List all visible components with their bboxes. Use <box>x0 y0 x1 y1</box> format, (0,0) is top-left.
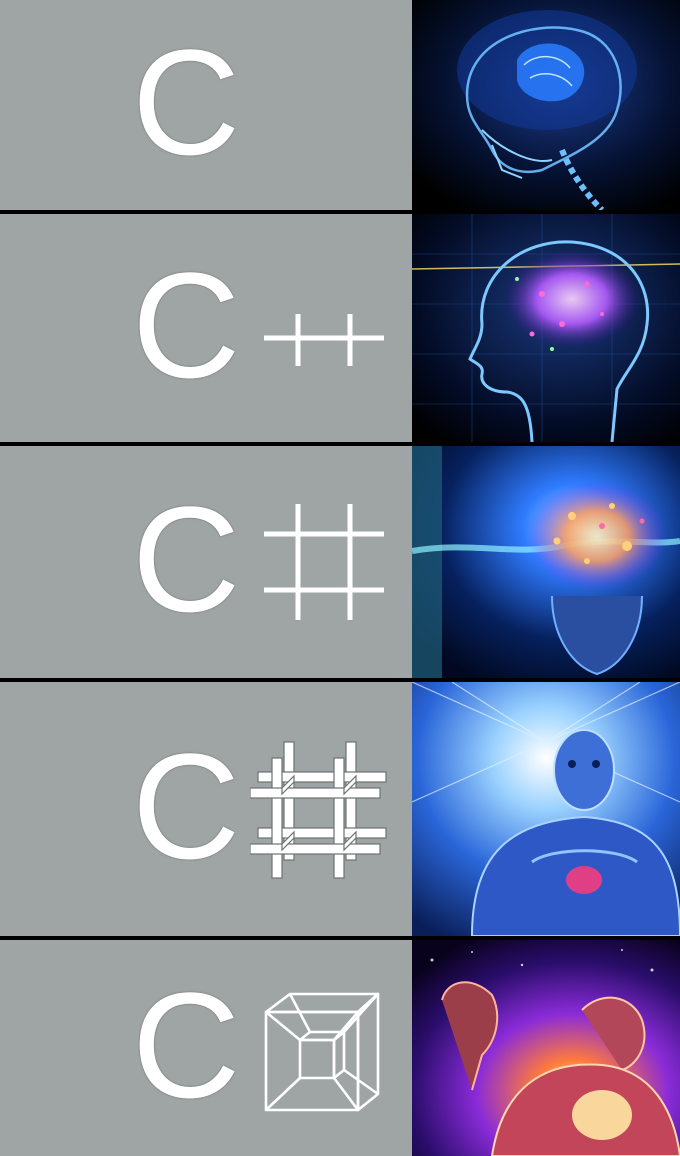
panel-2-text-area: C <box>0 214 412 442</box>
panel-3-image <box>412 446 680 678</box>
expanding-brain-meme: C C C C C <box>0 0 680 1156</box>
panel-4-text-area: C <box>0 682 412 936</box>
sharp-icon <box>264 504 384 620</box>
letter-c: C <box>132 961 241 1129</box>
glowing-skull-brain-image <box>412 0 680 210</box>
meme-panel-3: C <box>0 446 680 678</box>
panel-2-image <box>412 214 680 442</box>
galaxy-being-image <box>412 940 680 1156</box>
tesseract-icon <box>264 992 380 1112</box>
plus-plus-icon <box>264 314 384 366</box>
letter-c: C <box>132 722 241 890</box>
panel-5-image <box>412 940 680 1156</box>
meme-panel-1: C <box>0 0 680 210</box>
meme-panel-5: C <box>0 940 680 1156</box>
letter-c: C <box>132 241 241 409</box>
cosmic-mind-image <box>412 446 680 678</box>
letter-c: C <box>132 18 241 186</box>
letter-c: C <box>132 475 241 643</box>
circuit-brain-head-image <box>412 214 680 442</box>
panel-1-text-area: C <box>0 0 412 210</box>
3d-sharp-grid-icon <box>250 741 387 879</box>
enlightened-figure-image <box>412 682 680 936</box>
panel-3-text-area: C <box>0 446 412 678</box>
panel-1-image <box>412 0 680 210</box>
panel-4-image <box>412 682 680 936</box>
meme-panel-2: C <box>0 214 680 442</box>
meme-panel-4: C <box>0 682 680 936</box>
panel-5-text-area: C <box>0 940 412 1156</box>
